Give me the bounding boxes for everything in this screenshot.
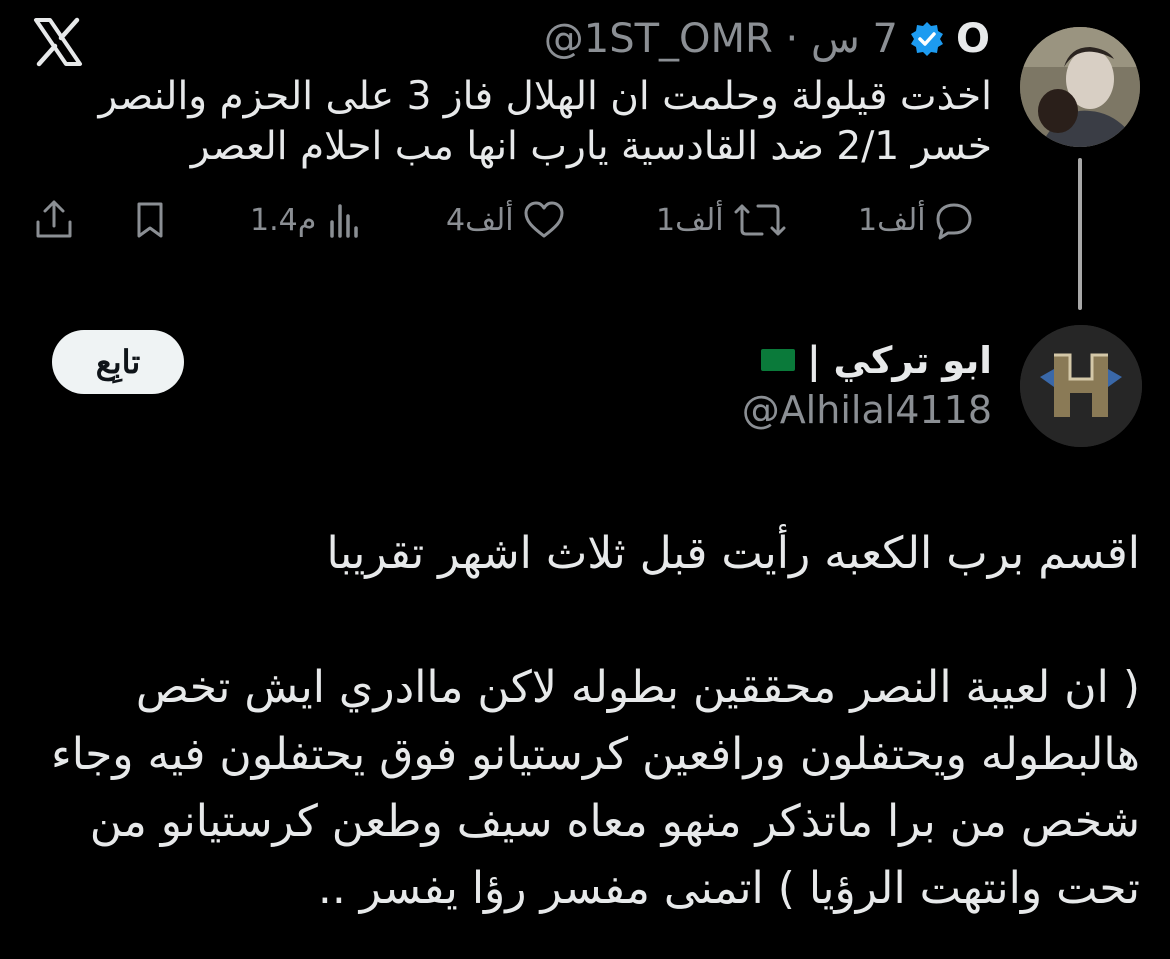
like-button[interactable]: 4ألف bbox=[446, 190, 566, 250]
views-button[interactable]: 1.4م bbox=[250, 190, 364, 250]
share-icon bbox=[32, 198, 76, 242]
tweet-body: اقسم برب الكعبه رأيت قبل ثلاث اشهر تقريب… bbox=[30, 520, 1140, 922]
follow-button[interactable]: تابِع bbox=[52, 330, 184, 394]
reply-icon bbox=[934, 200, 974, 240]
display-name[interactable]: ابو تركي | bbox=[807, 339, 992, 382]
like-icon bbox=[522, 200, 566, 240]
retweet-count: 1ألف bbox=[656, 202, 724, 238]
handle[interactable]: @1ST_OMR bbox=[544, 16, 773, 62]
timestamp[interactable]: 7 س bbox=[811, 16, 898, 62]
tweet-header: O @1ST_OMR · 7 س bbox=[544, 14, 990, 64]
reply-button[interactable]: 1ألف bbox=[858, 190, 974, 250]
retweet-icon bbox=[732, 200, 788, 240]
avatar[interactable] bbox=[1020, 27, 1140, 147]
tweet-paragraph: ( ان لعيبة النصر محققين بطوله لاكن ماادر… bbox=[51, 662, 1140, 914]
thread-connector bbox=[1078, 158, 1082, 310]
handle[interactable]: @Alhilal4118 bbox=[742, 388, 992, 432]
x-logo-icon[interactable] bbox=[30, 14, 86, 70]
retweet-button[interactable]: 1ألف bbox=[656, 190, 788, 250]
tweet-meta: @1ST_OMR · 7 س bbox=[544, 16, 898, 62]
views-icon bbox=[324, 200, 364, 240]
display-name[interactable]: O bbox=[956, 16, 990, 62]
reply-count: 1ألف bbox=[858, 202, 926, 238]
tweet-actions: 1ألف 1ألف 4ألف 1.4م bbox=[28, 190, 998, 250]
verified-badge-icon bbox=[908, 20, 946, 58]
share-button[interactable] bbox=[32, 190, 76, 250]
bookmark-button[interactable] bbox=[130, 190, 170, 250]
bookmark-icon bbox=[130, 200, 170, 240]
meta-separator: · bbox=[785, 16, 799, 62]
tweet-text: اخذت قيلولة وحلمت ان الهلال فاز 3 على ال… bbox=[98, 74, 992, 169]
saudi-flag-icon bbox=[761, 349, 796, 371]
author-name-row[interactable]: ابو تركي | bbox=[761, 335, 992, 385]
like-count: 4ألف bbox=[446, 202, 514, 238]
avatar[interactable] bbox=[1020, 325, 1142, 447]
views-count: 1.4م bbox=[250, 202, 317, 238]
tweet-paragraph: اقسم برب الكعبه رأيت قبل ثلاث اشهر تقريب… bbox=[326, 528, 1140, 579]
